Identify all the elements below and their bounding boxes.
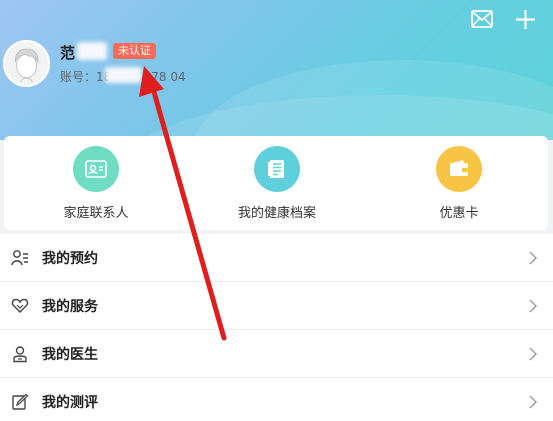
menu-item-label: 我的测评 xyxy=(42,395,98,411)
plus-icon[interactable] xyxy=(515,9,536,30)
menu-item-label: 我的服务 xyxy=(42,299,98,315)
quick-action-family-contacts[interactable]: 家庭联系人 xyxy=(26,146,166,221)
quick-action-label: 优惠卡 xyxy=(439,206,479,221)
mail-icon[interactable] xyxy=(471,10,493,28)
heart-hand-icon xyxy=(11,298,29,313)
quick-action-coupon-card[interactable]: 优惠卡 xyxy=(389,146,529,221)
profile-header: 范 未认证 账号：18 78 04 xyxy=(0,0,553,140)
quick-action-health-record[interactable]: 我的健康档案 xyxy=(207,146,347,221)
user-name: 范 xyxy=(60,44,76,62)
account-prefix: 账号：18 xyxy=(60,70,112,84)
avatar[interactable] xyxy=(3,40,50,87)
contacts-card-icon xyxy=(73,146,119,192)
chevron-right-icon xyxy=(529,347,537,361)
privacy-mask xyxy=(105,67,142,83)
menu-item-doctors[interactable]: 我的医生 xyxy=(0,330,553,378)
menu-item-label: 我的预约 xyxy=(42,251,98,267)
status-badge[interactable]: 未认证 xyxy=(113,43,156,59)
wallet-icon xyxy=(436,146,482,192)
quick-action-label: 家庭联系人 xyxy=(63,206,129,221)
menu-item-services[interactable]: 我的服务 xyxy=(0,282,553,330)
menu-list: 我的预约 我的服务 我的医生 我的测评 xyxy=(0,234,553,421)
privacy-mask xyxy=(77,42,107,60)
menu-item-appointments[interactable]: 我的预约 xyxy=(0,234,553,282)
user-avatar-icon xyxy=(14,48,39,83)
chevron-right-icon xyxy=(529,299,537,313)
account-suffix: 78 04 xyxy=(151,70,186,84)
doctor-icon xyxy=(13,346,27,363)
quick-action-label: 我的健康档案 xyxy=(237,206,316,221)
edit-icon xyxy=(12,393,29,410)
header-wave-decoration xyxy=(120,95,553,140)
menu-item-label: 我的医生 xyxy=(42,347,98,363)
chevron-right-icon xyxy=(529,251,537,265)
menu-item-assessments[interactable]: 我的测评 xyxy=(0,378,553,421)
quick-actions-card: 家庭联系人 我的健康档案 优惠卡 xyxy=(4,136,548,230)
chevron-right-icon xyxy=(529,395,537,409)
health-record-icon xyxy=(254,146,300,192)
appointment-icon xyxy=(11,250,28,266)
